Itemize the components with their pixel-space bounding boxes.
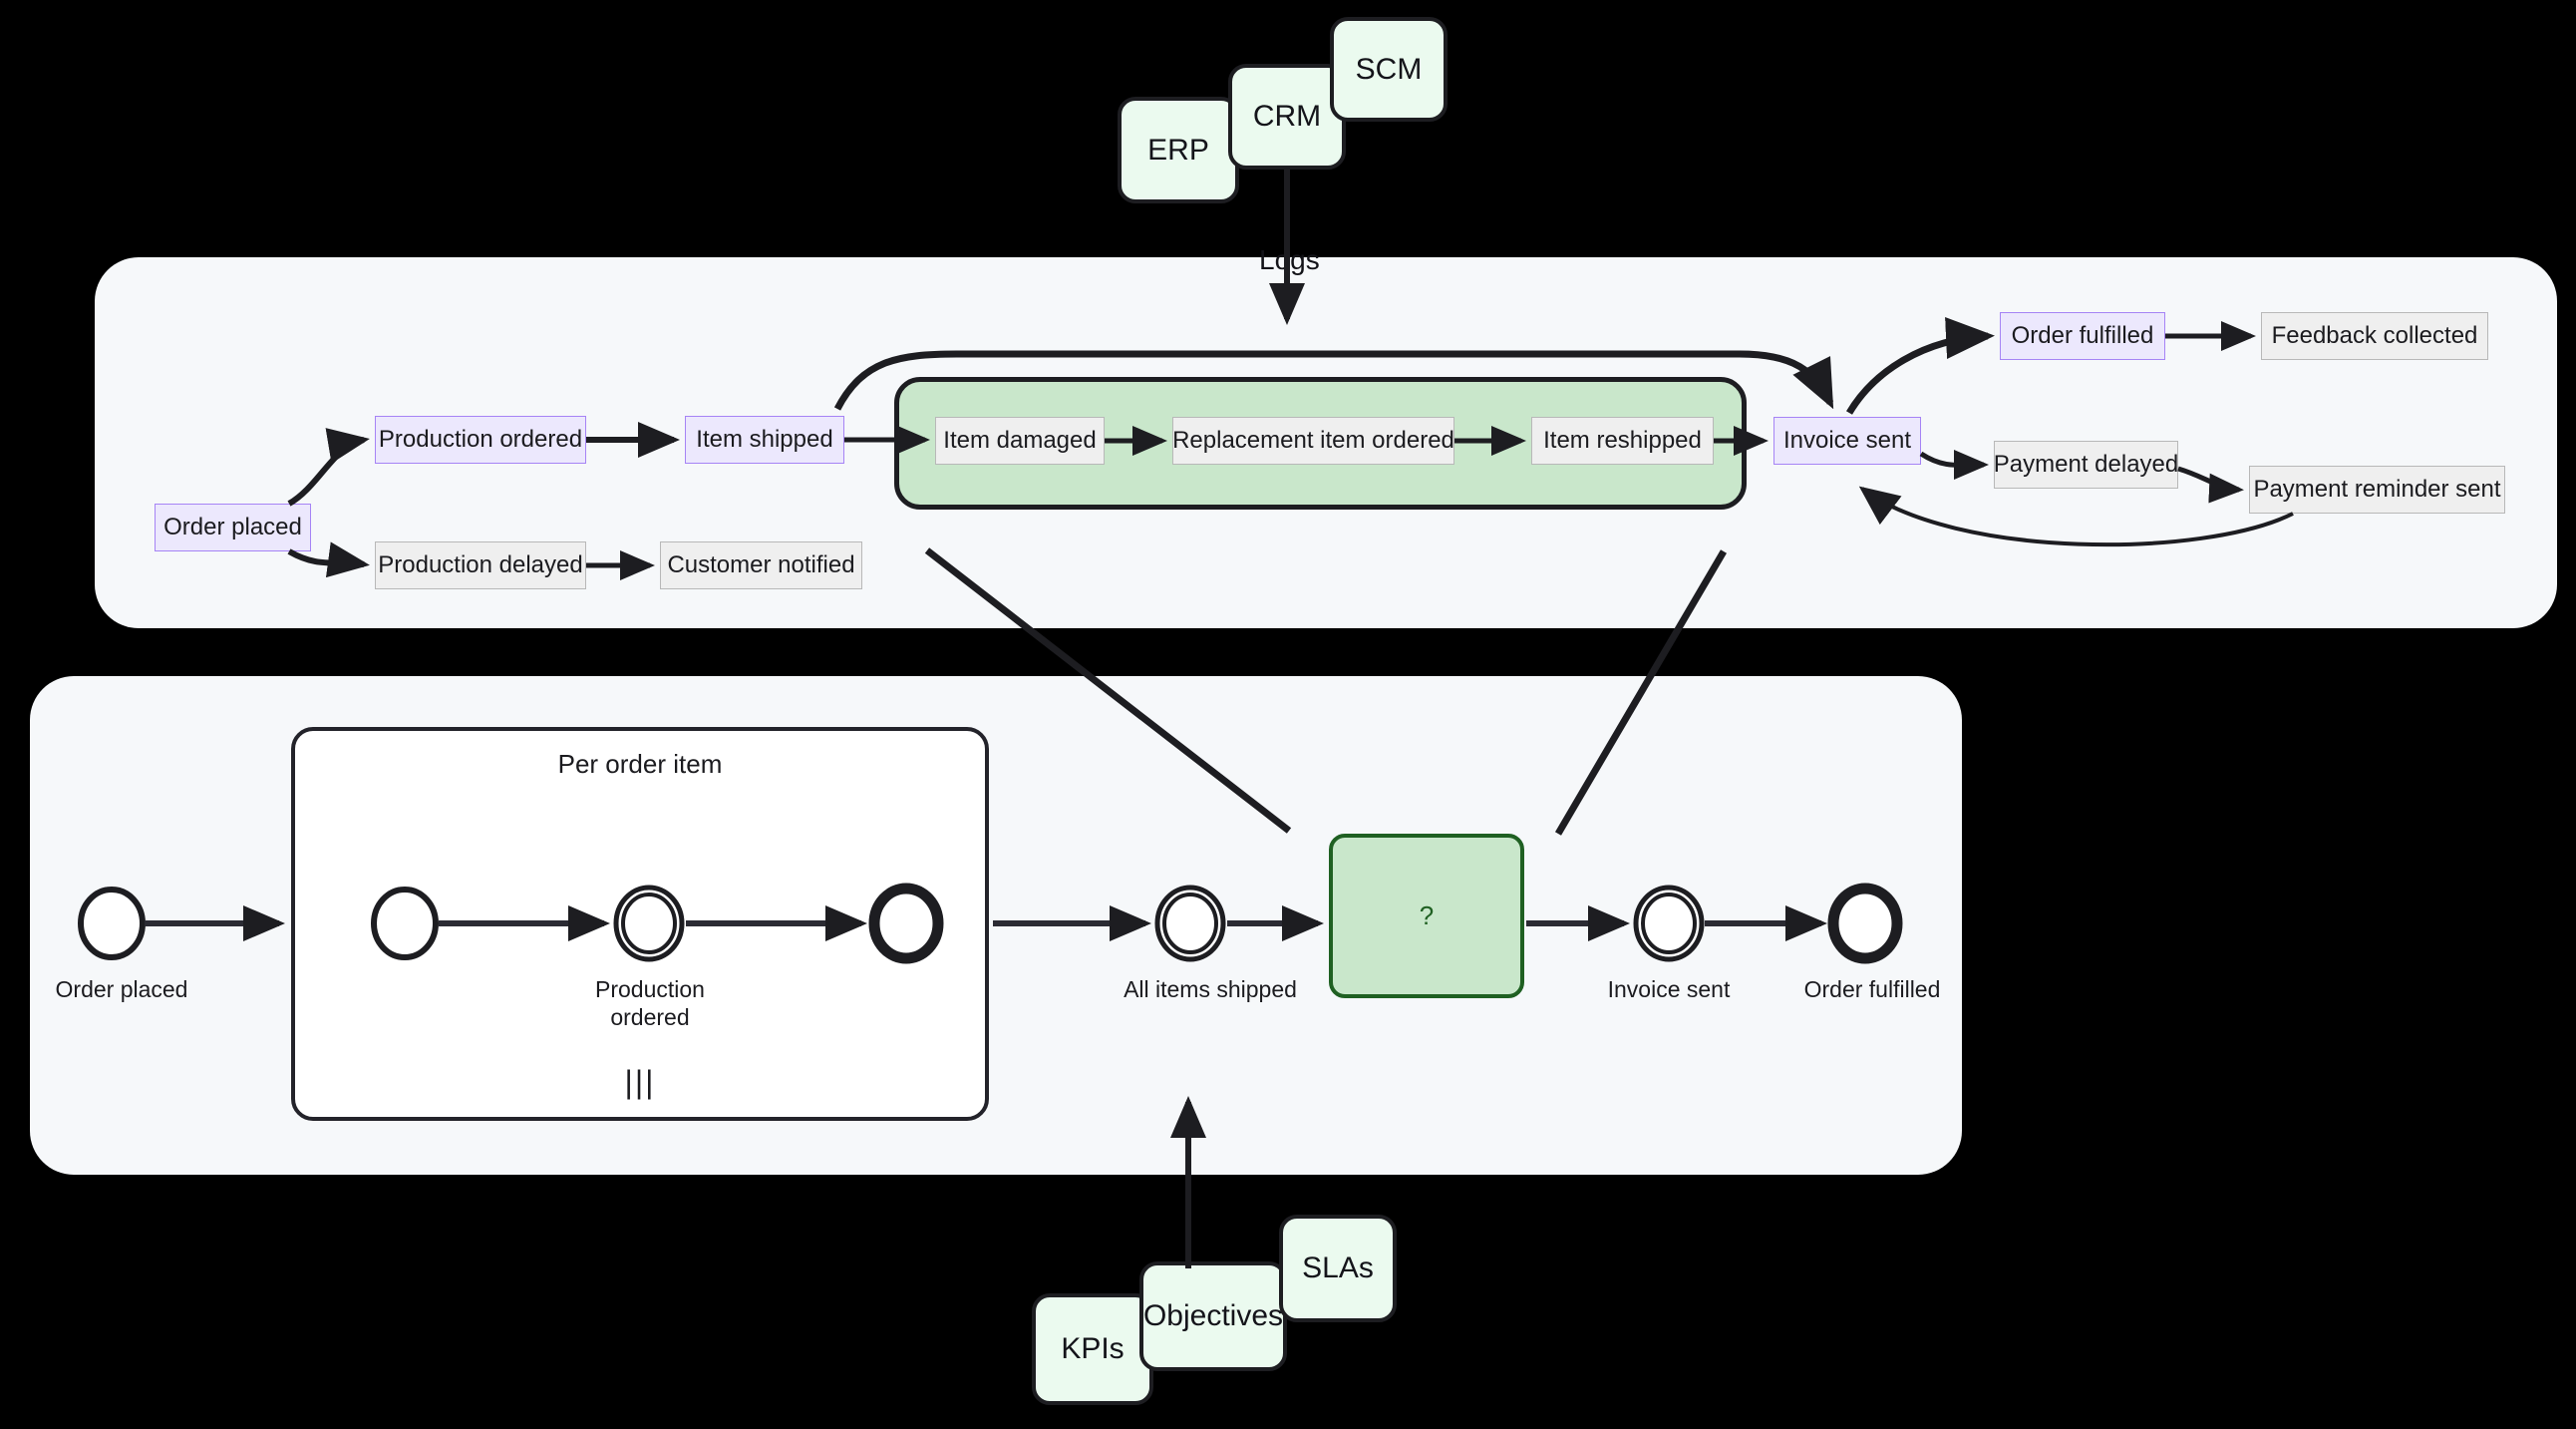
place-all-items-shipped-label: All items shipped bbox=[1124, 976, 1297, 1002]
place-invoice-sent-label: Invoice sent bbox=[1607, 976, 1731, 1002]
node-payment-delayed[interactable]: Payment delayed bbox=[1994, 441, 2178, 489]
node-order-placed[interactable]: Order placed bbox=[155, 504, 311, 551]
goal-card-slas[interactable]: SLAs bbox=[1279, 1215, 1397, 1322]
node-feedback-collected-label: Feedback collected bbox=[2271, 322, 2478, 349]
node-order-placed-label: Order placed bbox=[163, 514, 302, 540]
goal-card-objectives-label: Objectives bbox=[1142, 1299, 1284, 1332]
node-invoice-sent[interactable]: Invoice sent bbox=[1773, 417, 1921, 465]
place-production-ordered-label: Production ordered bbox=[595, 976, 705, 1031]
node-item-reshipped[interactable]: Item reshipped bbox=[1531, 417, 1714, 465]
source-card-erp[interactable]: ERP bbox=[1118, 97, 1239, 203]
node-item-shipped-label: Item shipped bbox=[696, 426, 833, 453]
node-item-damaged-label: Item damaged bbox=[943, 427, 1097, 454]
unknown-transition[interactable]: ? bbox=[1329, 834, 1524, 998]
node-payment-delayed-label: Payment delayed bbox=[1993, 451, 2179, 478]
node-production-delayed-label: Production delayed bbox=[378, 551, 583, 578]
node-customer-notified-label: Customer notified bbox=[667, 551, 855, 578]
node-production-ordered[interactable]: Production ordered bbox=[375, 416, 586, 464]
node-feedback-collected[interactable]: Feedback collected bbox=[2261, 312, 2488, 360]
goal-card-kpis[interactable]: KPIs bbox=[1032, 1293, 1153, 1405]
goal-card-objectives[interactable]: Objectives bbox=[1139, 1261, 1287, 1371]
node-order-fulfilled[interactable]: Order fulfilled bbox=[2000, 312, 2165, 360]
place-order-fulfilled-label: Order fulfilled bbox=[1803, 976, 1941, 1002]
node-payment-reminder-sent-label: Payment reminder sent bbox=[2253, 476, 2501, 503]
unknown-transition-label: ? bbox=[1419, 900, 1435, 930]
per-order-item-title: Per order item bbox=[557, 749, 723, 779]
source-card-crm-label: CRM bbox=[1252, 100, 1322, 133]
goal-card-slas-label: SLAs bbox=[1302, 1251, 1374, 1284]
per-order-item-subprocess: Per order item ||| bbox=[291, 727, 989, 1121]
node-item-damaged[interactable]: Item damaged bbox=[935, 417, 1105, 465]
subprocess-loop-marker: ||| bbox=[624, 1064, 656, 1100]
node-payment-reminder-sent[interactable]: Payment reminder sent bbox=[2249, 466, 2505, 514]
node-replacement-item-ordered[interactable]: Replacement item ordered bbox=[1172, 417, 1454, 465]
node-item-reshipped-label: Item reshipped bbox=[1543, 427, 1702, 454]
node-customer-notified[interactable]: Customer notified bbox=[660, 541, 862, 589]
node-order-fulfilled-label: Order fulfilled bbox=[2011, 322, 2154, 349]
place-order-placed-label: Order placed bbox=[55, 976, 188, 1002]
source-card-erp-label: ERP bbox=[1147, 133, 1209, 167]
diagram-canvas: ERP CRM SCM Logs KPIs Objectives SLAs Pe… bbox=[0, 0, 2576, 1429]
logs-edge-label: Logs bbox=[1259, 244, 1320, 275]
node-production-ordered-label: Production ordered bbox=[378, 426, 583, 453]
node-invoice-sent-label: Invoice sent bbox=[1782, 427, 1912, 454]
source-card-scm-label: SCM bbox=[1355, 52, 1423, 86]
source-card-scm[interactable]: SCM bbox=[1330, 17, 1448, 122]
node-replacement-item-ordered-label: Replacement item ordered bbox=[1172, 427, 1454, 454]
source-card-crm[interactable]: CRM bbox=[1228, 64, 1346, 170]
goal-card-kpis-label: KPIs bbox=[1061, 1332, 1125, 1365]
node-item-shipped[interactable]: Item shipped bbox=[685, 416, 844, 464]
node-production-delayed[interactable]: Production delayed bbox=[375, 541, 586, 589]
